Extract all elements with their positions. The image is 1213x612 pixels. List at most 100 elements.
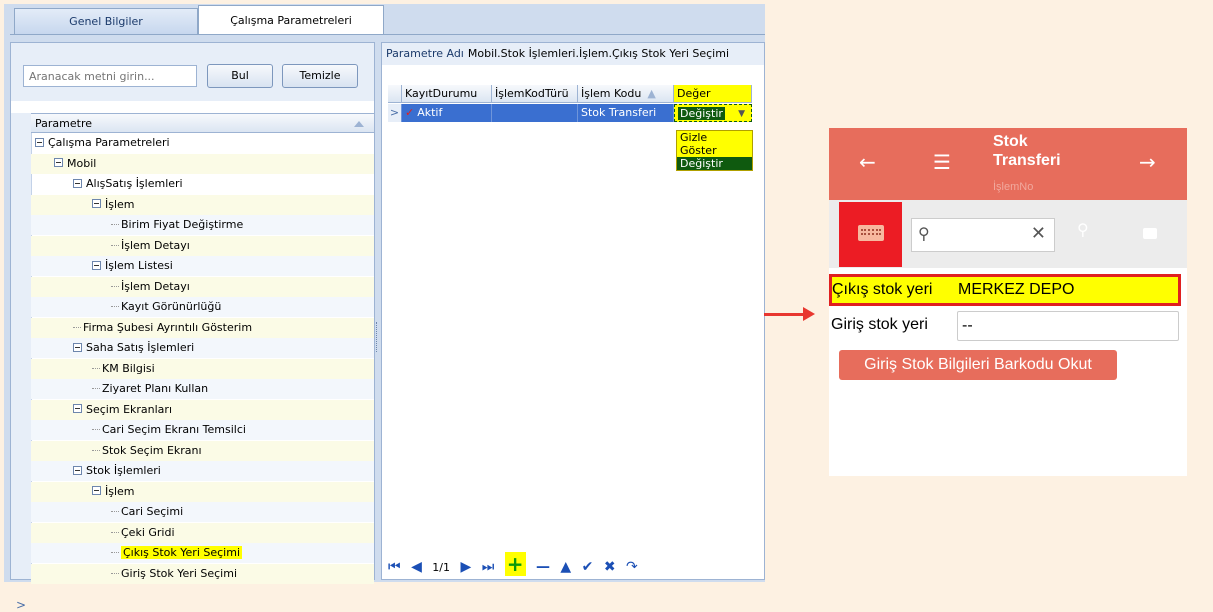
chevron-down-icon: ▼ xyxy=(738,109,745,119)
last-page-icon[interactable]: ⏭ xyxy=(482,559,495,575)
add-record-icon[interactable]: + xyxy=(504,552,526,576)
collapse-icon[interactable] xyxy=(73,404,82,413)
tree-item-label: Ziyaret Planı Kullan xyxy=(102,382,209,395)
save-check-icon[interactable]: ✔ xyxy=(582,559,594,575)
out-stock-label: Çıkış stok yeri xyxy=(832,281,933,298)
tree-item[interactable]: Birim Fiyat Değiştirme xyxy=(31,215,374,235)
search-icon: ⚲ xyxy=(918,224,930,243)
tree-item-label: Çeki Gridi xyxy=(121,525,175,539)
out-stock-row[interactable]: Çıkış stok yeri MERKEZ DEPO xyxy=(829,274,1181,306)
tree-item[interactable]: Seçim Ekranları xyxy=(31,399,374,420)
tree-item-label: İşlem xyxy=(105,484,135,498)
page-indicator: 1/1 xyxy=(432,561,450,574)
collapse-icon[interactable] xyxy=(92,486,101,495)
tree-item[interactable]: Cari Seçim Ekranı Temsilci xyxy=(31,420,374,440)
column-header-code[interactable]: İşlem Kodu ▲ xyxy=(578,85,674,103)
tree-item-label: Saha Satış İşlemleri xyxy=(86,341,195,354)
tree-item[interactable]: Giriş Stok Yeri Seçimi xyxy=(31,563,374,584)
column-header-value[interactable]: Değer xyxy=(674,85,752,103)
tree-item[interactable]: İşlem Detayı xyxy=(31,276,374,297)
tab-divider xyxy=(10,34,765,35)
tree-item[interactable]: Çalışma Parametreleri xyxy=(31,133,374,153)
prev-page-icon[interactable]: ◀ xyxy=(411,559,422,575)
tree-item[interactable]: KM Bilgisi xyxy=(31,358,374,379)
dropdown-option[interactable]: Değiştir xyxy=(677,157,752,170)
tree-item[interactable]: Stok Seçim Ekranı xyxy=(31,440,374,461)
tree-item[interactable]: İşlem xyxy=(31,194,374,215)
tree-item[interactable]: Mobil xyxy=(31,153,374,174)
tree-item[interactable]: İşlem Listesi xyxy=(31,256,374,276)
column-header-status[interactable]: KayıtDurumu xyxy=(402,85,492,103)
tree-connector-icon xyxy=(73,321,83,334)
find-button[interactable]: Bul xyxy=(207,64,273,88)
clear-button[interactable]: Temizle xyxy=(282,64,358,88)
tree-item-label: Mobil xyxy=(67,156,97,170)
collapse-icon[interactable] xyxy=(73,178,82,188)
tree-connector-icon xyxy=(111,218,121,231)
tree-connector-icon xyxy=(92,362,102,375)
clear-search-icon[interactable]: ✕ xyxy=(1031,223,1046,244)
dropdown-option[interactable]: Göster xyxy=(677,144,752,157)
out-stock-value: MERKEZ DEPO xyxy=(958,281,1075,298)
mobile-search-input[interactable]: ⚲ ✕ xyxy=(911,218,1055,252)
pager-toolbar: ⏮ ◀ 1/1 ▶ ⏭ + — ▲ ✔ ✖ ↷ xyxy=(388,551,758,577)
tree-item-label: Cari Seçim Ekranı Temsilci xyxy=(102,423,246,436)
back-arrow-icon[interactable]: ← xyxy=(859,150,876,174)
tree-connector-icon xyxy=(111,280,121,293)
grid-cell-status[interactable]: ✓ Aktif xyxy=(402,104,492,122)
tree-item[interactable]: Firma Şubesi Ayrıntılı Gösterim xyxy=(31,317,374,338)
splitter-grip-icon xyxy=(376,322,379,352)
value-dropdown[interactable]: Değiştir ▼ xyxy=(674,104,752,122)
next-page-icon[interactable]: ▶ xyxy=(460,559,471,575)
tree-item[interactable]: Saha Satış İşlemleri xyxy=(31,338,374,358)
grid-cell-code[interactable]: Stok Transferi xyxy=(578,104,674,122)
tree-item-label: İşlem Detayı xyxy=(121,238,190,252)
tree-item[interactable]: Çeki Gridi xyxy=(31,522,374,543)
tree-item[interactable]: Ziyaret Planı Kullan xyxy=(31,379,374,399)
status-value: Aktif xyxy=(417,106,443,119)
tab-general-info[interactable]: Genel Bilgiler xyxy=(14,8,198,34)
cancel-x-icon[interactable]: ✖ xyxy=(604,559,616,575)
collapse-icon[interactable] xyxy=(73,465,82,475)
keyboard-button[interactable] xyxy=(839,202,902,267)
tree-item-label: Giriş Stok Yeri Seçimi xyxy=(121,566,238,580)
tree-item[interactable]: Stok İşlemleri xyxy=(31,461,374,481)
refresh-icon[interactable]: ↷ xyxy=(626,559,638,575)
collapse-icon[interactable] xyxy=(35,137,44,147)
search-bar: Bul Temizle xyxy=(11,43,374,101)
tree-connector-icon xyxy=(111,546,121,559)
scan-barcode-button[interactable]: Giriş Stok Bilgileri Barkodu Okut xyxy=(839,350,1117,380)
tab-work-parameters[interactable]: Çalışma Parametreleri xyxy=(198,5,384,35)
in-stock-field[interactable]: -- xyxy=(957,311,1179,341)
tree-item[interactable]: Cari Seçimi xyxy=(31,502,374,522)
tree-item[interactable]: AlışSatış İşlemleri xyxy=(31,174,374,194)
tree-item[interactable]: İşlem Detayı xyxy=(31,235,374,256)
grid-indicator-header xyxy=(388,85,402,103)
collapse-icon[interactable] xyxy=(92,260,101,270)
hamburger-menu-icon[interactable]: ☰ xyxy=(933,150,951,174)
tree-item[interactable]: Kayıt Görünürlüğü xyxy=(31,297,374,317)
row-indicator-gutter: > xyxy=(11,113,32,612)
column-header-code-type[interactable]: İşlemKodTürü xyxy=(492,85,578,103)
tree-item[interactable]: Çıkış Stok Yeri Seçimi xyxy=(31,543,374,563)
search-input[interactable] xyxy=(23,65,197,87)
delete-record-icon[interactable]: — xyxy=(536,559,550,575)
tree-item-label: İşlem xyxy=(105,197,135,211)
tree-item[interactable]: İşlem xyxy=(31,481,374,502)
collapse-icon[interactable] xyxy=(92,199,101,208)
forward-arrow-icon[interactable]: → xyxy=(1139,150,1156,174)
collapse-icon[interactable] xyxy=(73,342,82,352)
current-row-indicator-icon: > xyxy=(16,598,27,612)
grid-cell-code-type[interactable] xyxy=(492,104,578,122)
search-action-icon[interactable]: ⚲ xyxy=(1077,220,1089,239)
first-page-icon[interactable]: ⏮ xyxy=(388,559,401,575)
dropdown-option[interactable]: Gizle xyxy=(677,131,752,144)
move-up-icon[interactable]: ▲ xyxy=(560,559,571,575)
sort-icon: ▲ xyxy=(647,87,656,100)
tree-item-label: Çalışma Parametreleri xyxy=(48,136,170,149)
in-stock-label: Giriş stok yeri xyxy=(831,316,928,333)
keyboard-icon xyxy=(858,225,884,241)
collapse-icon[interactable] xyxy=(54,158,63,167)
parameter-column-header[interactable]: Parametre xyxy=(31,113,374,133)
camera-icon[interactable] xyxy=(1143,228,1157,239)
